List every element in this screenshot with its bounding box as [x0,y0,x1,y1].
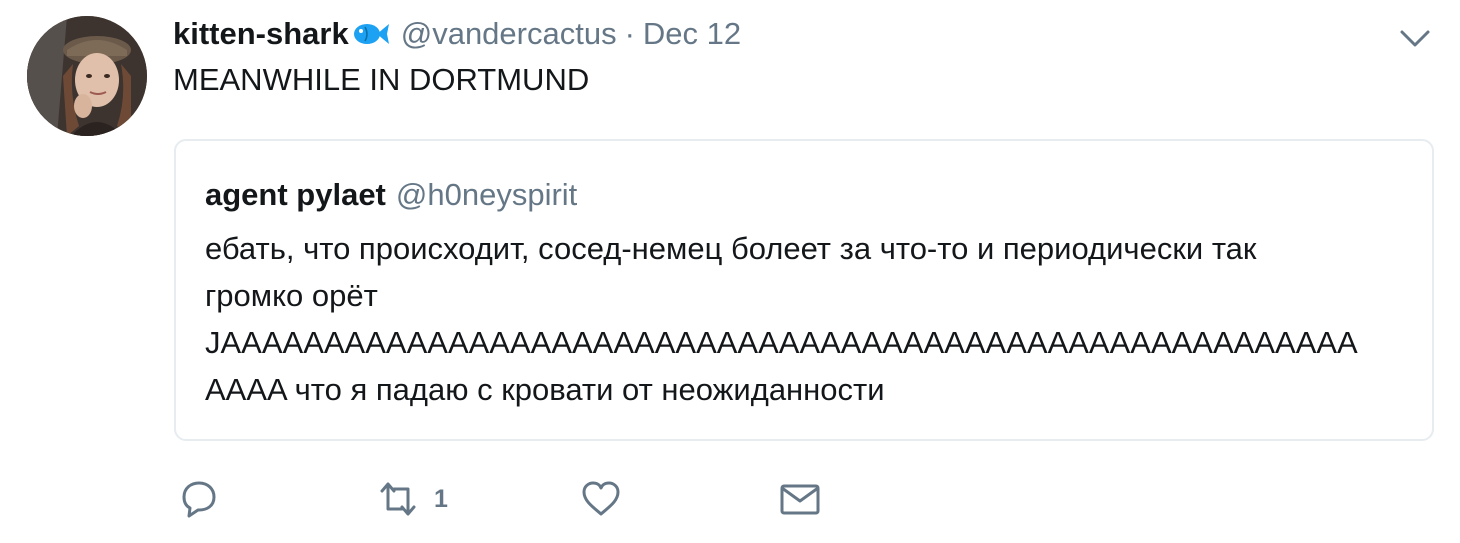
reply-button[interactable] [176,476,220,522]
quoted-tweet[interactable]: agent pylaet @h0neyspirit ебать, что прои… [174,139,1434,441]
quoted-tweet-text: ебать, что происходит, сосед-немец более… [205,225,1405,413]
quoted-author-name: agent pylaet [205,177,386,212]
retweet-count: 1 [434,484,448,513]
fish-icon [351,19,391,49]
tweet-text: MEANWHILE IN DORTMUND [173,62,590,97]
quoted-tweet-header: agent pylaet @h0neyspirit [205,177,577,213]
reply-icon [182,481,216,518]
direct-message-button[interactable] [778,476,822,522]
envelope-icon [780,484,820,515]
quoted-author-handle: @h0neyspirit [395,177,578,212]
retweet-button[interactable]: 1 [376,476,448,522]
separator-dot: · [624,16,635,51]
tweet-date[interactable]: Dec 12 [643,16,741,52]
avatar-photo [27,16,147,136]
heart-icon [582,481,620,516]
quoted-text-line: JAAAAAAAAAAAAAAAAAAAAAAAAAAAAAAAAAAAAAAA… [205,325,1358,360]
author-name[interactable]: kitten-shark [173,16,349,52]
like-button[interactable] [579,476,623,522]
quoted-text-line: ебать, что происходит, сосед-немец более… [205,231,1257,266]
chevron-down-icon[interactable] [1398,24,1432,52]
quoted-text-line: AAAA что я падаю с кровати от неожиданно… [205,372,885,407]
author-handle[interactable]: @vandercactus [401,16,617,52]
retweet-icon [380,482,416,516]
tweet-header: kitten-shark @vandercactus · Dec 12 [173,14,741,54]
avatar[interactable] [27,16,147,136]
tweet: kitten-shark @vandercactus · Dec 12 MEAN… [0,0,1460,543]
quoted-text-line: громко орёт [205,278,378,313]
